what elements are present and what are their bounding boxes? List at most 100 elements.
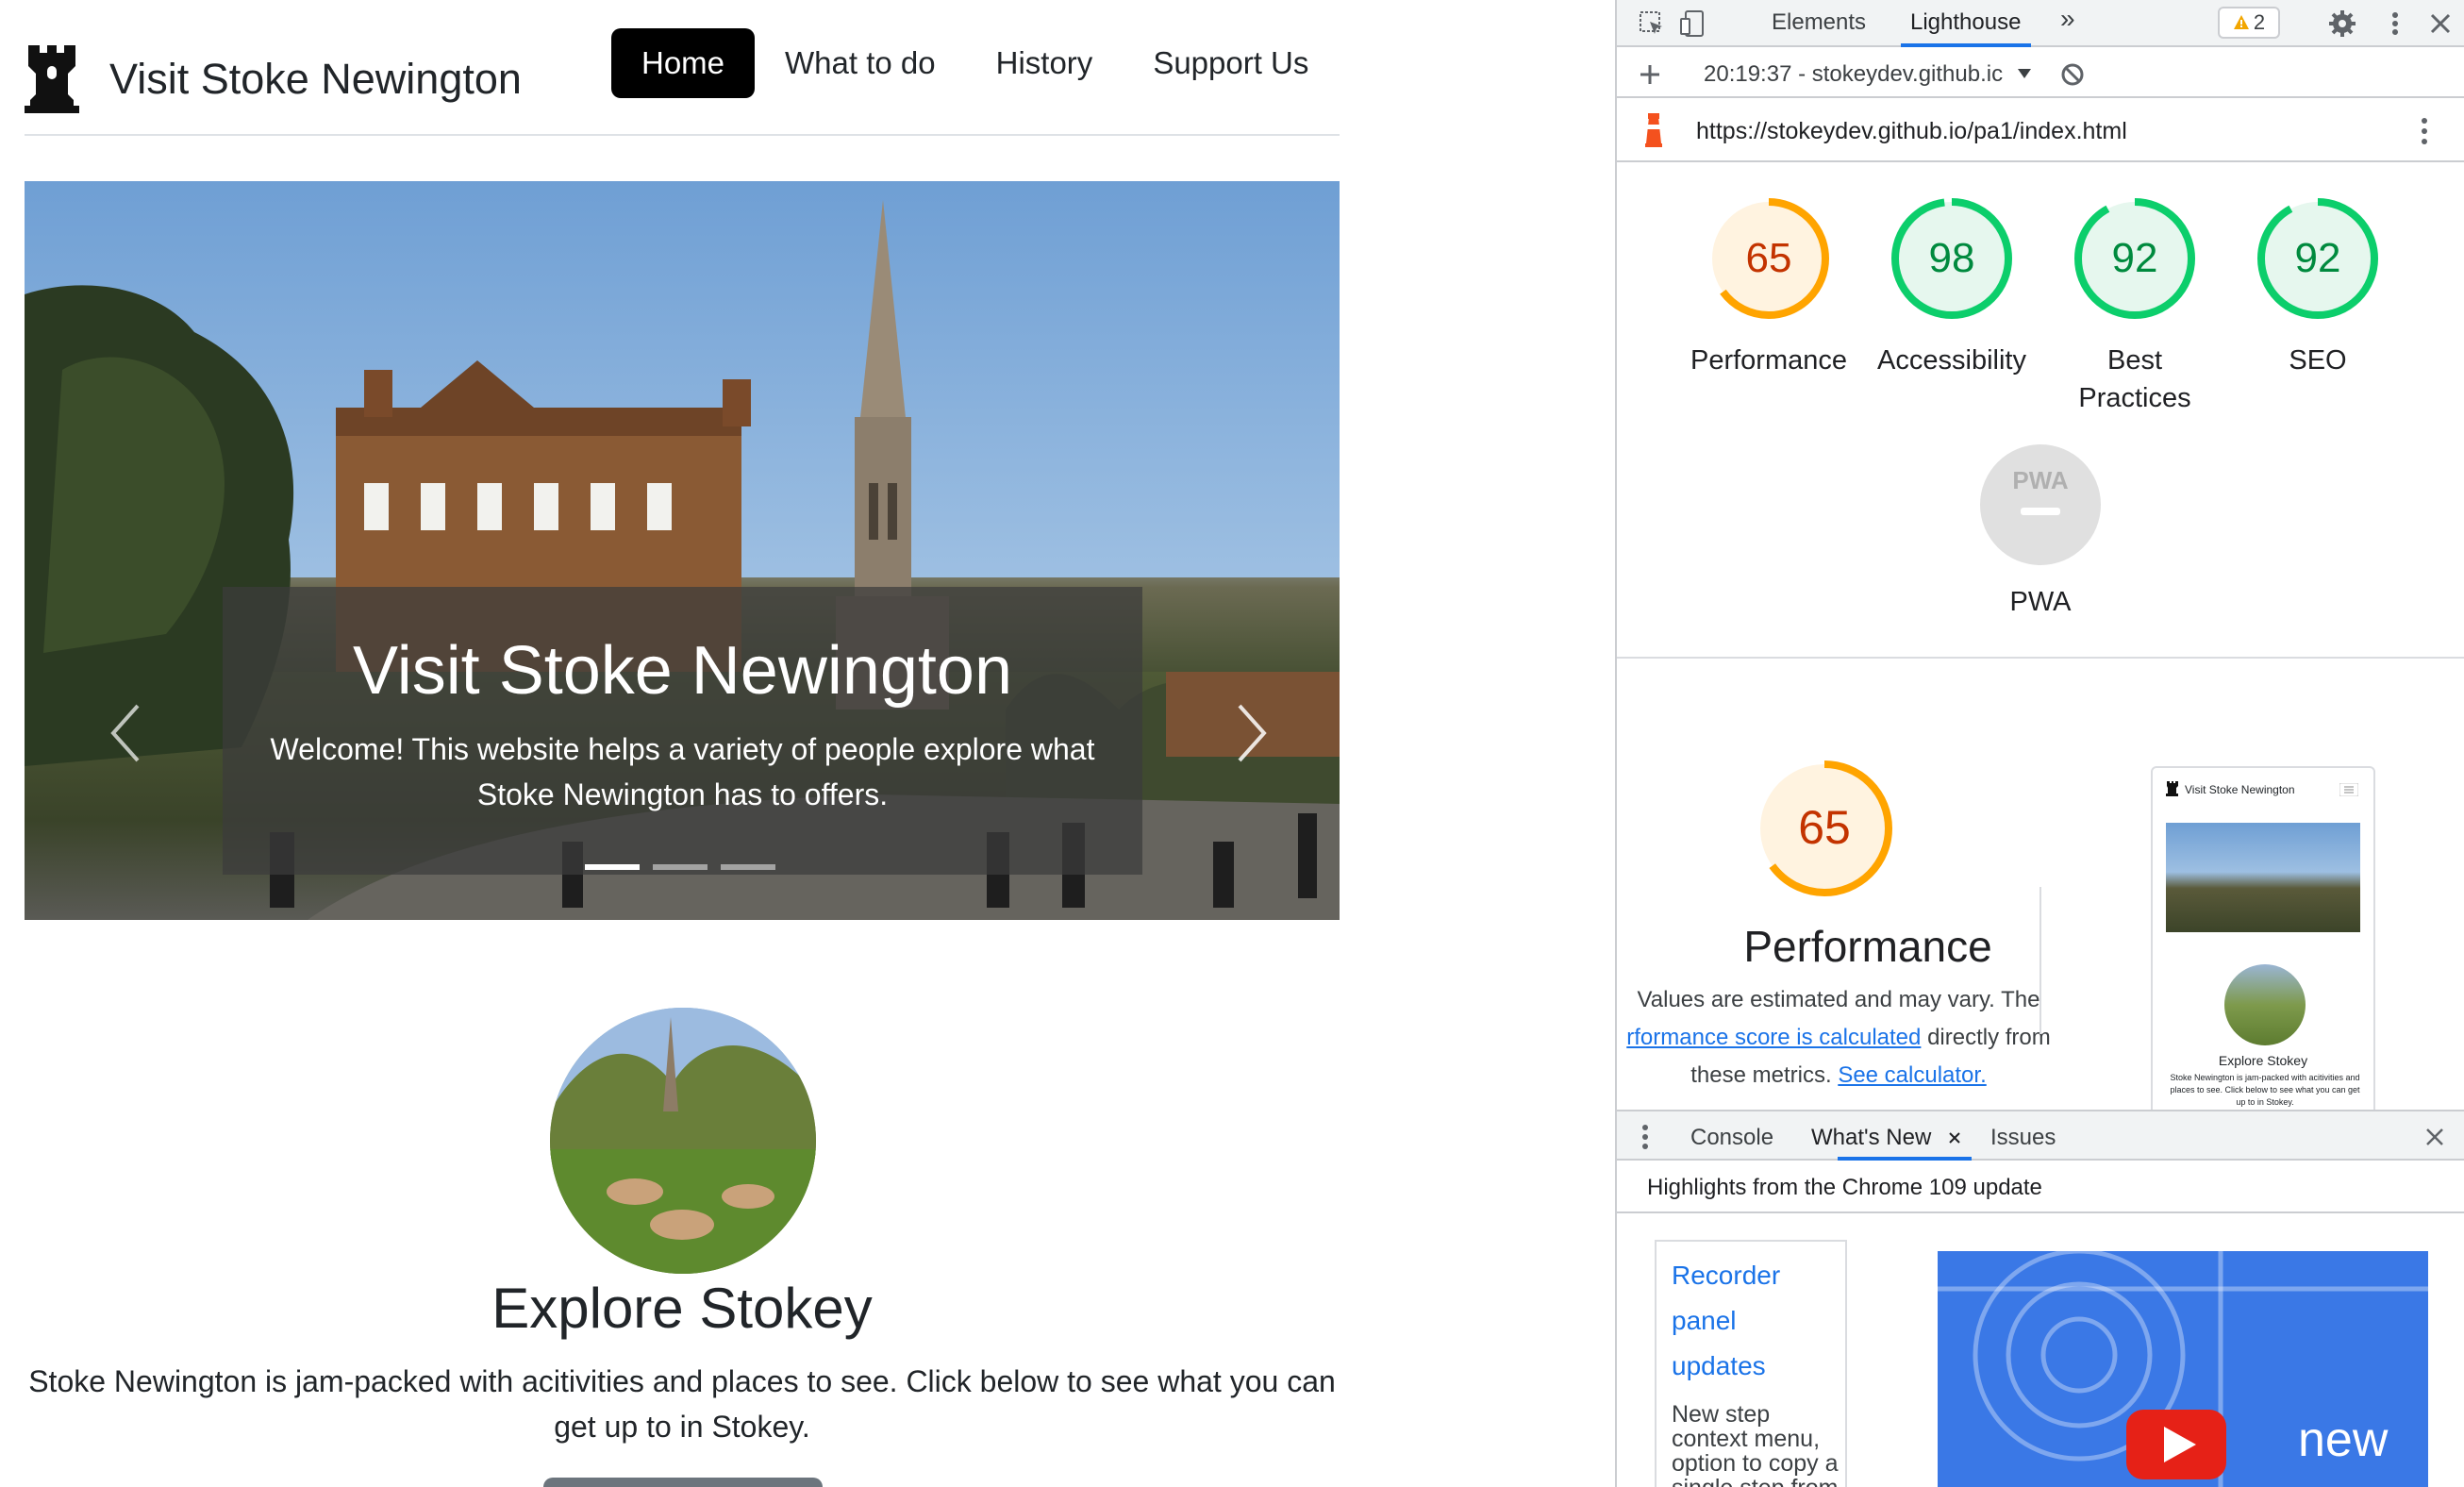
site-brand-text: Visit Stoke Newington: [109, 55, 522, 103]
site-brand[interactable]: Visit Stoke Newington: [25, 32, 522, 126]
thumb-heading: Explore Stokey: [2218, 1053, 2308, 1068]
thumb-menu-icon: [2339, 783, 2358, 796]
carousel-title: Visit Stoke Newington: [352, 633, 1013, 709]
gauge-seo-label: SEO: [2289, 345, 2347, 376]
tab-lighthouse[interactable]: Lighthouse: [1910, 9, 2021, 36]
performance-detail: 65 Performance Values are estimated and …: [1617, 660, 2464, 1110]
explore-button[interactable]: [543, 1478, 823, 1487]
recorder-title-line3: updates: [1672, 1351, 1766, 1380]
report-url-bar: https://stokeydev.github.io/pa1/index.ht…: [1617, 100, 2464, 162]
thumb-castle-icon: [2166, 781, 2178, 796]
nav-home[interactable]: Home: [611, 28, 756, 98]
see-calculator-link[interactable]: See calculator.: [1838, 1062, 1986, 1088]
explore-text: Stoke Newington is jam-packed with aciti…: [28, 1364, 1336, 1444]
gauge-accessibility[interactable]: 98 Accessibility: [1860, 196, 2043, 379]
add-report-icon[interactable]: [1634, 58, 1666, 91]
perf-desc-line1: Values are estimated and may vary. The: [1637, 987, 2040, 1012]
nav-history[interactable]: History: [966, 28, 1124, 98]
devtools-tabbar: Elements Lighthouse » 2: [1617, 0, 2464, 47]
devtools-panel: Elements Lighthouse » 2 20:19:37 - stoke…: [1615, 0, 2464, 1487]
gauge-best-practices-label-line1: Best: [2106, 345, 2163, 376]
explore-deer-image: [550, 1008, 816, 1274]
performance-description: Values are estimated and may vary. The r…: [1617, 981, 2060, 1094]
more-tabs-button[interactable]: »: [2060, 4, 2075, 34]
gauge-seo-value: 92: [2295, 235, 2341, 281]
recorder-title-line2: panel: [1672, 1306, 1737, 1335]
performance-gauge-large: 65: [1756, 760, 1892, 896]
inspect-element-icon[interactable]: [1636, 8, 1668, 40]
recorder-update-desc: New step context menu, option to copy a …: [1672, 1401, 1839, 1487]
whats-new-highlights-text: Highlights from the Chrome 109 update: [1647, 1175, 2042, 1200]
gauge-accessibility-value: 98: [1929, 235, 1975, 281]
drawer-tab-whats-new[interactable]: What's New: [1811, 1125, 1931, 1151]
recorder-update-title[interactable]: Recorder panel updates: [1672, 1253, 1841, 1389]
close-devtools-icon[interactable]: [2424, 8, 2456, 40]
drawer-tabbar: Console What's New Issues: [1617, 1110, 2464, 1161]
gauge-seo[interactable]: 92 SEO: [2226, 196, 2409, 379]
carousel-indicators: [585, 864, 775, 870]
gauge-ring: 92: [2074, 198, 2195, 319]
hero-carousel[interactable]: Visit Stoke Newington Welcome! This webs…: [25, 181, 1340, 920]
lighthouse-logo-icon: [1645, 113, 1662, 147]
gauge-ring: 92: [2257, 198, 2378, 319]
site-nav: Home What to do History Support Us: [611, 28, 1339, 98]
section-divider: [2039, 887, 2041, 1034]
explore-title: Explore Stokey: [491, 1277, 873, 1340]
drawer-menu-icon[interactable]: [1640, 1123, 1651, 1151]
whats-new-video[interactable]: new: [1938, 1251, 2428, 1487]
gauge-best-practices[interactable]: 92 Best Practices: [2043, 196, 2226, 417]
recorder-title-line1: Recorder: [1672, 1261, 1781, 1290]
drawer-tab-issues[interactable]: Issues: [1990, 1125, 2056, 1151]
pwa-badge-text: PWA: [2012, 466, 2068, 494]
settings-gear-icon[interactable]: [2326, 8, 2358, 40]
close-drawer-icon[interactable]: [2424, 1127, 2445, 1147]
carousel-text: Welcome! This website helps a variety of…: [270, 732, 1095, 811]
carousel-prev-icon[interactable]: [106, 700, 143, 766]
warning-icon: [2233, 15, 2249, 29]
close-tab-icon[interactable]: [1947, 1130, 1962, 1145]
carousel-indicator-1[interactable]: [585, 864, 640, 870]
whats-new-content: Recorder panel updates New step context …: [1617, 1213, 2464, 1487]
device-toolbar-icon[interactable]: [1677, 8, 1709, 40]
more-options-icon[interactable]: [2379, 8, 2411, 40]
score-gauges: 65 Performance 98 Accessibility 92 Best …: [1617, 162, 2464, 659]
recorder-update-card[interactable]: Recorder panel updates New step context …: [1655, 1240, 1847, 1487]
warnings-count: 2: [2253, 10, 2266, 34]
performance-large-value: 65: [1798, 801, 1851, 854]
carousel-indicator-3[interactable]: [721, 864, 775, 870]
drawer-tab-console[interactable]: Console: [1690, 1125, 1773, 1151]
carousel-indicator-2[interactable]: [653, 864, 708, 870]
website-viewport: Visit Stoke Newington Home What to do Hi…: [0, 0, 1615, 1487]
gauge-performance-label: Performance: [1690, 345, 1847, 376]
tab-elements[interactable]: Elements: [1772, 9, 1866, 36]
whats-new-header: Highlights from the Chrome 109 update: [1617, 1161, 2464, 1213]
perf-desc-line2: rformance score is calculated directly f…: [1617, 1019, 2060, 1057]
lighthouse-toolbar: 20:19:37 - stokeydev.github.ic: [1617, 49, 2464, 98]
report-url[interactable]: https://stokeydev.github.io/pa1/index.ht…: [1696, 118, 2127, 145]
dropdown-arrow-icon[interactable]: [2017, 68, 2032, 79]
warnings-badge[interactable]: 2: [2218, 7, 2280, 39]
page-screenshot-thumbnail[interactable]: Visit Stoke Newington Explore Stokey Sto…: [2151, 766, 2375, 1110]
pwa-badge-icon: PWA: [1980, 444, 2101, 565]
gauge-pwa[interactable]: PWA PWA: [1949, 443, 2132, 618]
report-selector[interactable]: 20:19:37 - stokeydev.github.ic: [1704, 61, 2003, 88]
thumb-brand: Visit Stoke Newington: [2185, 783, 2295, 796]
castle-rook-icon: [25, 45, 79, 113]
gauge-accessibility-label: Accessibility: [1877, 345, 2026, 376]
gauge-pwa-label: PWA: [2009, 587, 2072, 617]
url-menu-icon[interactable]: [2415, 115, 2434, 147]
clear-reports-icon[interactable]: [2056, 58, 2089, 91]
site-navbar: Visit Stoke Newington Home What to do Hi…: [25, 23, 1340, 136]
score-calculated-link[interactable]: rformance score is calculated: [1626, 1025, 1921, 1050]
nav-what-to-do[interactable]: What to do: [755, 28, 966, 98]
gauge-best-practices-label-line2: Practices: [2078, 383, 2191, 413]
thumb-avatar-image: [2224, 964, 2306, 1045]
nav-support-us[interactable]: Support Us: [1123, 28, 1339, 98]
gauge-best-practices-label: Best Practices: [2043, 342, 2226, 417]
tab-active-indicator: [1901, 43, 2031, 47]
gauge-performance-value: 65: [1746, 235, 1792, 281]
performance-title: Performance: [1743, 922, 1992, 971]
gauge-best-practices-value: 92: [2112, 235, 2158, 281]
gauge-performance[interactable]: 65 Performance: [1677, 196, 1860, 379]
carousel-next-icon[interactable]: [1234, 700, 1272, 766]
